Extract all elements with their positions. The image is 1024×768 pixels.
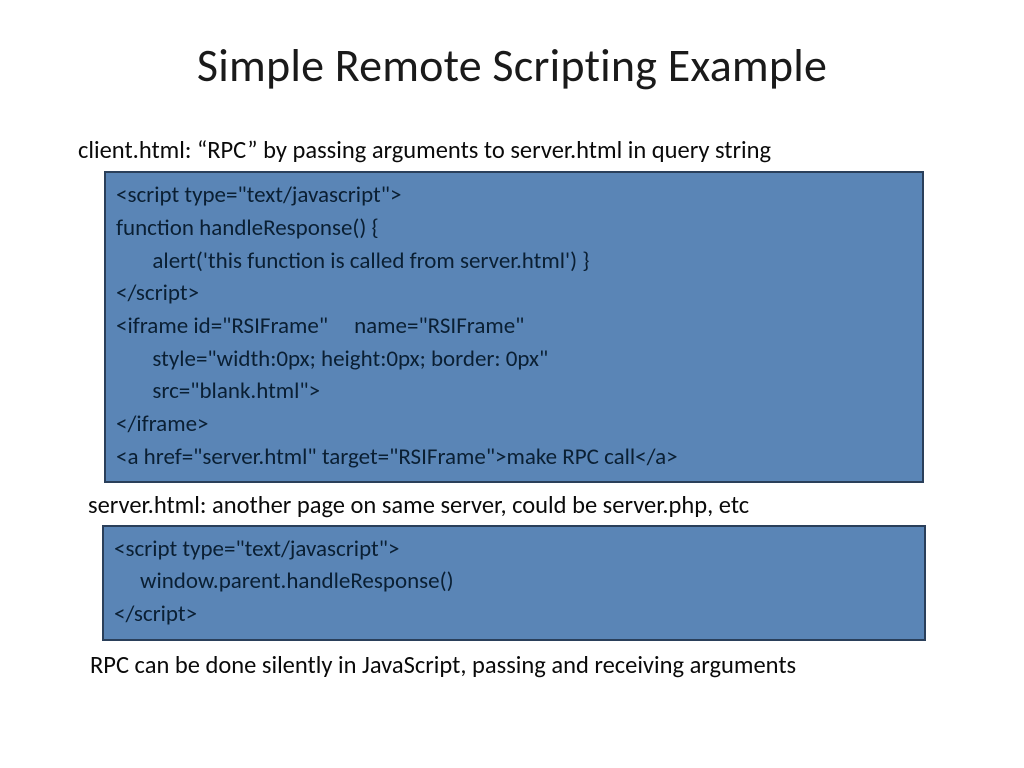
slide: Simple Remote Scripting Example client.h… bbox=[0, 0, 1024, 768]
code-block-server: <script type="text/javascript"> window.p… bbox=[102, 525, 926, 641]
caption-server: server.html: another page on same server… bbox=[88, 491, 1024, 520]
code-block-client: <script type="text/javascript"> function… bbox=[104, 171, 924, 483]
slide-title: Simple Remote Scripting Example bbox=[0, 38, 1024, 94]
caption-footer: RPC can be done silently in JavaScript, … bbox=[90, 651, 1024, 680]
caption-client: client.html: “RPC” by passing arguments … bbox=[78, 136, 1024, 165]
